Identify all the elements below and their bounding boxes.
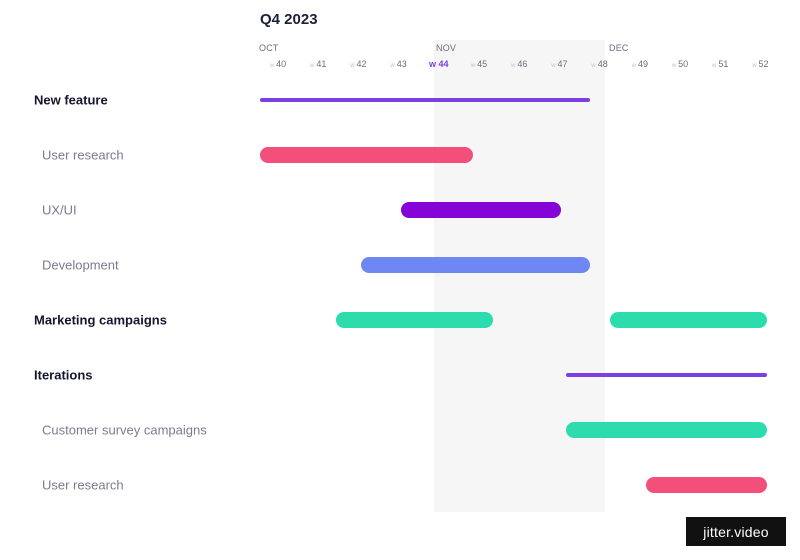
week-number: 42 [356, 59, 367, 69]
gantt-chart: Q4 2023 OCT NOV DEC w 40 w 41 w 42 w 43 w 44 w 45 w 46… [0, 0, 800, 560]
week-label-46: w 46 [511, 59, 527, 69]
week-prefix: w [551, 63, 556, 69]
week-prefix: w [671, 63, 677, 69]
gantt-bar[interactable] [360, 257, 590, 273]
task-label[interactable]: Customer survey campaigns [42, 423, 207, 438]
page-title: Q4 2023 [260, 11, 318, 28]
week-label-49: w 49 [632, 59, 648, 69]
week-prefix: w [390, 63, 395, 69]
week-prefix: w [350, 63, 355, 69]
week-label-42: w 42 [350, 59, 366, 69]
week-number: 47 [557, 59, 568, 69]
week-label-43: w 43 [390, 59, 406, 69]
gantt-bar[interactable] [565, 373, 767, 377]
week-number: 45 [477, 59, 488, 69]
week-prefix: w [752, 63, 757, 69]
week-label-41: w 41 [310, 59, 326, 69]
gantt-bar[interactable] [260, 98, 590, 102]
group-label[interactable]: New feature [34, 93, 108, 108]
week-label-40: w 40 [270, 59, 286, 69]
week-prefix: w [269, 63, 275, 69]
week-number: 40 [276, 59, 287, 69]
watermark-text: jitter.video [703, 523, 769, 540]
week-label-50: w 50 [672, 59, 688, 69]
gantt-bar[interactable] [565, 422, 767, 438]
gantt-bar[interactable] [260, 147, 474, 163]
week-number: 41 [316, 59, 327, 69]
week-number: 52 [758, 59, 769, 69]
week-label-47: w 47 [551, 59, 567, 69]
week-prefix: w [470, 63, 476, 69]
task-label[interactable]: UX/UI [42, 203, 77, 218]
week-number: 51 [718, 59, 729, 69]
week-label-44: w 44 [429, 59, 449, 69]
week-number: 43 [396, 59, 407, 69]
gantt-bar[interactable] [400, 202, 562, 218]
group-label[interactable]: Iterations [34, 368, 93, 383]
week-label-48: w 48 [591, 59, 607, 69]
task-label[interactable]: Development [42, 258, 119, 273]
gantt-bar[interactable] [645, 477, 767, 493]
gantt-bar[interactable] [336, 312, 494, 328]
week-prefix: w [310, 63, 315, 69]
week-number: 48 [597, 59, 608, 69]
week-number: 46 [517, 59, 528, 69]
task-label[interactable]: User research [42, 478, 124, 493]
month-label-dec: DEC [609, 43, 629, 53]
week-prefix: w [631, 63, 636, 69]
week-prefix: w [591, 63, 596, 69]
week-number: 50 [678, 59, 689, 69]
watermark-badge: jitter.video [686, 517, 786, 546]
group-label[interactable]: Marketing campaigns [34, 313, 167, 328]
week-number: 49 [637, 59, 648, 69]
task-label[interactable]: User research [42, 148, 124, 163]
week-label-51: w 51 [712, 59, 728, 69]
week-label-45: w 45 [471, 59, 487, 69]
week-label-52: w 52 [752, 59, 768, 69]
month-label-oct: OCT [259, 43, 279, 53]
current-month-highlight [434, 40, 605, 512]
current-week-text: w 44 [429, 59, 449, 69]
gantt-bar[interactable] [609, 312, 767, 328]
week-prefix: w [511, 63, 516, 69]
month-label-nov: NOV [436, 43, 457, 53]
week-prefix: w [712, 63, 717, 69]
